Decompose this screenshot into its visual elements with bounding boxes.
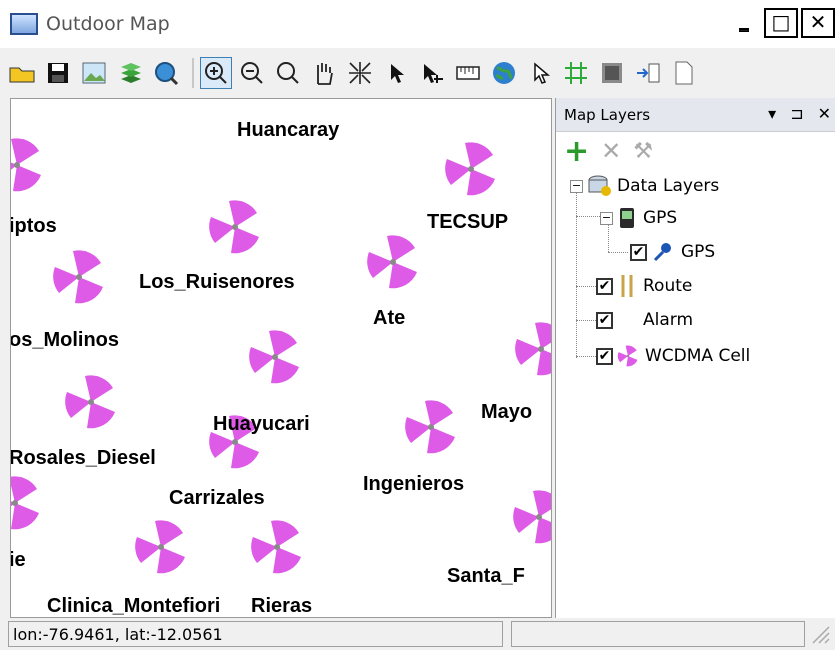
wcdma-cell-marker[interactable]	[403, 399, 459, 455]
site-label: Clinica_Montefiori	[47, 595, 221, 617]
status-pane-empty	[511, 621, 805, 647]
wcdma-cell-icon	[617, 345, 638, 367]
site-label: Ingenieros	[363, 473, 465, 495]
import-icon[interactable]	[632, 57, 664, 89]
wcdma-cell-marker[interactable]	[10, 475, 43, 531]
panel-close-icon[interactable]: ✕	[818, 104, 831, 123]
site-label: Rieras	[251, 595, 313, 617]
outdoor-map-window: Outdoor Map _ □ ✕ Huancaray iptos TECSUP…	[0, 0, 835, 650]
save-icon[interactable]	[42, 57, 74, 89]
zoom-out-icon[interactable]	[236, 57, 268, 89]
globe-icon[interactable]	[488, 57, 520, 89]
tree-label: Alarm	[643, 310, 694, 330]
zoom-in-icon[interactable]	[200, 57, 232, 89]
wcdma-cell-marker[interactable]	[249, 519, 305, 575]
document-icon[interactable]	[668, 57, 700, 89]
collapse-toggle[interactable]: −	[570, 179, 583, 193]
map-canvas[interactable]: Huancaray iptos TECSUP Los_Ruisenores At…	[10, 98, 552, 618]
open-folder-icon[interactable]	[6, 57, 38, 89]
map-app-icon	[10, 13, 38, 35]
site-label: Mayo	[481, 401, 533, 423]
pan-hand-icon[interactable]	[308, 57, 340, 89]
tree-node-alarm[interactable]: ✔ Alarm	[596, 306, 693, 334]
site-label: Ate	[373, 307, 406, 329]
tree-node-wcdma-cell[interactable]: ✔ WCDMA Cell	[596, 342, 750, 370]
site-label: TECSUP	[427, 211, 509, 233]
gps-device-icon	[620, 208, 634, 228]
layers-toolbar: + ✕ ⚒	[556, 132, 835, 170]
database-icon	[588, 175, 611, 196]
wcdma-cell-marker[interactable]	[10, 137, 45, 193]
toolbar-separator	[192, 58, 194, 88]
zoom-rect-icon[interactable]	[272, 57, 304, 89]
window-controls: _ □ ✕	[724, 8, 835, 38]
select-plus-icon[interactable]	[416, 57, 448, 89]
wcdma-cell-marker[interactable]	[207, 199, 263, 255]
globe-search-icon[interactable]	[150, 57, 182, 89]
site-label: Huancaray	[237, 119, 340, 141]
route-icon	[621, 275, 633, 297]
layers-icon[interactable]	[114, 57, 146, 89]
select-arrow-icon[interactable]	[380, 57, 412, 89]
tree-label: WCDMA Cell	[645, 346, 751, 366]
remove-layer-icon[interactable]: ✕	[601, 137, 621, 165]
tree-node-route[interactable]: ✔ Route	[596, 272, 692, 300]
tree-node-data-layers[interactable]: − Data Layers	[570, 172, 719, 200]
layer-visibility-checkbox[interactable]: ✔	[630, 243, 647, 261]
close-button[interactable]: ✕	[801, 8, 835, 38]
tree-label: Route	[643, 276, 693, 296]
maximize-button[interactable]: □	[764, 8, 798, 38]
resize-grip-icon[interactable]	[809, 623, 831, 645]
collapse-toggle[interactable]: −	[600, 211, 613, 225]
tree-node-gps-group[interactable]: − GPS	[600, 204, 677, 232]
site-label: Rosales_Diesel	[10, 447, 156, 469]
site-label: Carrizales	[169, 487, 265, 509]
title-bar: Outdoor Map _ □ ✕	[0, 0, 835, 48]
panel-pin-icon[interactable]: ⊐	[790, 104, 803, 123]
tree-label: GPS	[681, 242, 716, 262]
site-label: Santa_F	[447, 565, 525, 587]
toolbar	[0, 48, 835, 98]
window-title: Outdoor Map	[46, 13, 170, 35]
minimize-button[interactable]: _	[727, 8, 761, 38]
full-extent-icon[interactable]	[344, 57, 376, 89]
texture-icon[interactable]	[596, 57, 628, 89]
layer-visibility-checkbox[interactable]: ✔	[596, 277, 613, 295]
map-layers-panel: Map Layers ▾ ⊐ ✕ + ✕ ⚒ − Data Layers − G…	[555, 98, 835, 618]
wcdma-cell-marker[interactable]	[247, 329, 303, 385]
layers-panel-title: Map Layers	[564, 105, 651, 124]
wcdma-cell-marker[interactable]	[513, 321, 552, 377]
wcdma-cell-marker[interactable]	[51, 249, 107, 305]
panel-menu-icon[interactable]: ▾	[768, 104, 776, 123]
site-label: iptos	[10, 215, 57, 237]
image-icon[interactable]	[78, 57, 110, 89]
add-layer-icon[interactable]: +	[564, 134, 589, 169]
tree-node-gps-layer[interactable]: ✔ GPS	[630, 238, 715, 266]
tree-label: GPS	[643, 208, 678, 228]
status-bar: lon:-76.9461, lat:-12.0561	[0, 618, 835, 650]
layer-tree: − Data Layers − GPS ✔ GPS ✔ Route ✔ Alar…	[556, 170, 835, 367]
ruler-icon[interactable]	[452, 57, 484, 89]
layers-panel-header: Map Layers ▾ ⊐ ✕	[556, 98, 835, 132]
wcdma-cell-marker[interactable]	[511, 489, 552, 545]
gps-pin-icon	[653, 243, 671, 262]
tree-label: Data Layers	[617, 176, 720, 196]
site-label: Los_Ruisenores	[139, 271, 295, 293]
wcdma-cell-marker[interactable]	[63, 374, 119, 430]
site-label: ie	[10, 549, 26, 571]
layer-visibility-checkbox[interactable]: ✔	[596, 347, 613, 365]
layer-settings-icon[interactable]: ⚒	[633, 139, 653, 164]
pointer-icon[interactable]	[524, 57, 556, 89]
wcdma-cell-marker[interactable]	[133, 519, 189, 575]
site-label: os_Molinos	[10, 329, 120, 351]
wcdma-cell-marker[interactable]	[365, 234, 421, 290]
grid-icon[interactable]	[560, 57, 592, 89]
coordinates-readout: lon:-76.9461, lat:-12.0561	[8, 621, 503, 647]
site-label: Huayucari	[213, 413, 310, 435]
wcdma-cell-marker[interactable]	[443, 141, 499, 197]
layer-visibility-checkbox[interactable]: ✔	[596, 311, 613, 329]
